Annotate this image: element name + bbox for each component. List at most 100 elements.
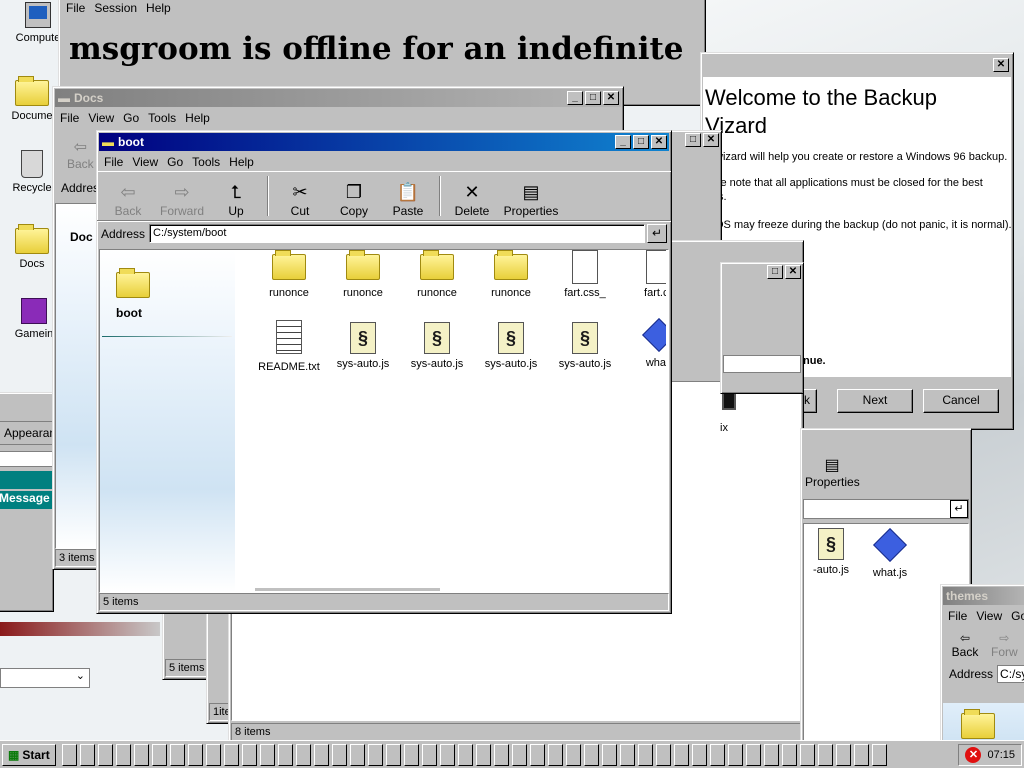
next-button[interactable]: Next bbox=[837, 389, 913, 413]
address-field[interactable]: C:/system/boot bbox=[149, 224, 645, 243]
taskbar-window-button[interactable] bbox=[61, 743, 77, 766]
close-button[interactable]: ✕ bbox=[703, 133, 719, 147]
file-item[interactable]: runonce bbox=[326, 250, 400, 299]
taskbar-window-button[interactable] bbox=[871, 743, 887, 766]
paste-button[interactable]: 📋 Paste bbox=[381, 180, 435, 218]
back-button[interactable]: ⇦ Back bbox=[101, 180, 155, 218]
close-button[interactable]: ✕ bbox=[993, 58, 1009, 72]
taskbar-window-button[interactable] bbox=[367, 743, 383, 766]
taskbar-window-button[interactable] bbox=[79, 743, 95, 766]
taskbar-window-button[interactable] bbox=[619, 743, 635, 766]
menu-view[interactable]: View bbox=[85, 111, 120, 125]
forward-button[interactable]: ⇨ Forward bbox=[155, 180, 209, 218]
menu-tools[interactable]: Tools bbox=[189, 155, 226, 169]
file-item[interactable]: § -auto.js bbox=[806, 528, 856, 576]
back-button[interactable]: ⇦ Back bbox=[943, 631, 987, 659]
taskbar-window-button[interactable] bbox=[673, 743, 689, 766]
taskbar-window-button[interactable] bbox=[133, 743, 149, 766]
taskbar-window-button[interactable] bbox=[223, 743, 239, 766]
themes-titlebar[interactable]: themes bbox=[943, 587, 1024, 605]
file-item[interactable]: fart.css_ bbox=[548, 250, 622, 299]
close-button[interactable]: ✕ bbox=[651, 135, 667, 149]
taskbar-window-button[interactable] bbox=[457, 743, 473, 766]
properties-button[interactable]: ▤ Properties bbox=[499, 180, 563, 218]
menu-view[interactable]: View bbox=[129, 155, 164, 169]
taskbar-window-button[interactable] bbox=[781, 743, 797, 766]
menu-go[interactable]: Go bbox=[164, 155, 189, 169]
minimize-button[interactable]: _ bbox=[567, 91, 583, 105]
scrollbar-indicator[interactable] bbox=[255, 588, 440, 591]
taskbar-window-button[interactable] bbox=[277, 743, 293, 766]
file-item[interactable]: fart.cs bbox=[622, 250, 666, 310]
delete-button[interactable]: ✕ Delete bbox=[445, 180, 499, 218]
cut-button[interactable]: ✂ Cut bbox=[273, 180, 327, 218]
taskbar-window-button[interactable] bbox=[421, 743, 437, 766]
maximize-button[interactable]: □ bbox=[633, 135, 649, 149]
file-item[interactable]: § sys-auto.js bbox=[400, 322, 474, 370]
menu-file[interactable]: File bbox=[57, 111, 85, 125]
file-item[interactable]: § sys-auto.js bbox=[326, 322, 400, 370]
taskbar-window-button[interactable] bbox=[745, 743, 761, 766]
properties-button[interactable]: ▤ Properties bbox=[805, 455, 860, 489]
cancel-button[interactable]: Cancel bbox=[923, 389, 999, 413]
file-item[interactable]: README.txt bbox=[252, 320, 326, 373]
file-item[interactable]: runonce bbox=[474, 250, 548, 299]
menu-view[interactable]: View bbox=[973, 609, 1008, 623]
taskbar-window-button[interactable] bbox=[475, 743, 491, 766]
taskbar-window-button[interactable] bbox=[205, 743, 221, 766]
file-item[interactable]: runonce bbox=[252, 250, 326, 299]
up-button[interactable]: ⮤ Up bbox=[209, 180, 263, 218]
file-item[interactable]: what. bbox=[622, 318, 666, 378]
back-button[interactable]: ⇦ Back bbox=[67, 137, 94, 171]
boot-titlebar[interactable]: ▬ boot _ □ ✕ bbox=[99, 133, 669, 151]
taskbar-window-button[interactable] bbox=[511, 743, 527, 766]
taskbar-window-button[interactable] bbox=[115, 743, 131, 766]
taskbar-window-button[interactable] bbox=[151, 743, 167, 766]
address-field[interactable]: C:/sys bbox=[997, 665, 1024, 683]
maximize-button[interactable]: □ bbox=[585, 91, 601, 105]
file-item[interactable]: § sys-auto.js bbox=[548, 322, 622, 370]
taskbar-window-button[interactable] bbox=[331, 743, 347, 766]
taskbar-window-button[interactable] bbox=[385, 743, 401, 766]
taskbar-window-button[interactable] bbox=[259, 743, 275, 766]
taskbar-window-button[interactable] bbox=[187, 743, 203, 766]
taskbar-window-button[interactable] bbox=[637, 743, 653, 766]
taskbar-window-button[interactable] bbox=[403, 743, 419, 766]
maximize-button[interactable]: □ bbox=[685, 133, 701, 147]
taskbar-window-button[interactable] bbox=[799, 743, 815, 766]
taskbar-window-button[interactable] bbox=[97, 743, 113, 766]
menu-go[interactable]: Go bbox=[120, 111, 145, 125]
taskbar-window-button[interactable] bbox=[565, 743, 581, 766]
taskbar-window-button[interactable] bbox=[817, 743, 833, 766]
taskbar-window-button[interactable] bbox=[547, 743, 563, 766]
taskbar-window-button[interactable] bbox=[241, 743, 257, 766]
docs-titlebar[interactable]: ▬ Docs _ □ ✕ bbox=[55, 89, 621, 107]
taskbar-window-button[interactable] bbox=[529, 743, 545, 766]
close-button[interactable]: ✕ bbox=[603, 91, 619, 105]
taskbar-window-button[interactable] bbox=[493, 743, 509, 766]
taskbar-window-button[interactable] bbox=[655, 743, 671, 766]
menu-session[interactable]: Session bbox=[91, 1, 143, 15]
taskbar-window-button[interactable] bbox=[835, 743, 851, 766]
error-icon[interactable]: ✕ bbox=[965, 746, 982, 763]
taskbar-window-button[interactable] bbox=[439, 743, 455, 766]
forward-button[interactable]: ⇨ Forw bbox=[991, 631, 1018, 659]
menu-help[interactable]: Help bbox=[182, 111, 216, 125]
menu-tools[interactable]: Tools bbox=[145, 111, 182, 125]
menu-file[interactable]: File bbox=[101, 155, 129, 169]
minimize-button[interactable]: _ bbox=[615, 135, 631, 149]
taskbar-window-button[interactable] bbox=[709, 743, 725, 766]
taskbar-window-button[interactable] bbox=[583, 743, 599, 766]
close-button[interactable]: ✕ bbox=[785, 265, 801, 279]
file-item[interactable]: § sys-auto.js bbox=[474, 322, 548, 370]
taskbar-window-button[interactable] bbox=[691, 743, 707, 766]
taskbar-window-button[interactable] bbox=[169, 743, 185, 766]
copy-button[interactable]: ❐ Copy bbox=[327, 180, 381, 218]
menu-help[interactable]: Help bbox=[143, 1, 177, 15]
start-button[interactable]: ▦ Start bbox=[2, 743, 56, 766]
menu-file[interactable]: File bbox=[63, 1, 91, 15]
taskbar-window-button[interactable] bbox=[349, 743, 365, 766]
maximize-button[interactable]: □ bbox=[767, 265, 783, 279]
taskbar-window-button[interactable] bbox=[601, 743, 617, 766]
file-item[interactable]: runonce bbox=[400, 250, 474, 299]
